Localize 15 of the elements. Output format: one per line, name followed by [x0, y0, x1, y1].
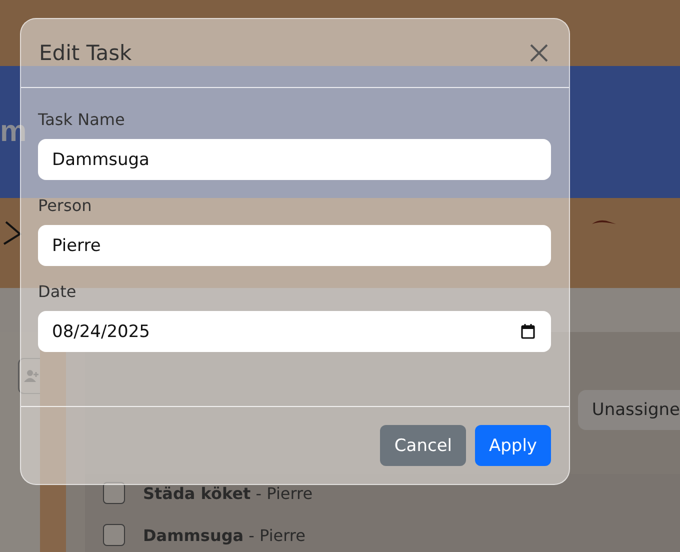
apply-button[interactable]: Apply — [475, 425, 551, 466]
field-label: Person — [38, 196, 93, 215]
dialog-title: Edit Task — [39, 41, 132, 65]
unassigned-filter-button[interactable]: Unassigne — [578, 390, 680, 430]
cancel-button[interactable]: Cancel — [380, 425, 466, 466]
date-field[interactable]: 08/24/2025 — [38, 311, 551, 352]
task-checkbox[interactable] — [103, 524, 125, 546]
task-label: Dammsuga - Pierre — [143, 526, 306, 544]
task-label: Städa köket - Pierre — [143, 484, 313, 502]
text-field[interactable]: Pierre — [38, 225, 551, 266]
field-label: Task Name — [38, 110, 126, 129]
text-field[interactable]: Dammsuga — [38, 139, 551, 180]
task-checkbox[interactable] — [103, 482, 125, 504]
field-label: Date — [38, 282, 78, 301]
calendar-icon[interactable] — [521, 324, 535, 339]
